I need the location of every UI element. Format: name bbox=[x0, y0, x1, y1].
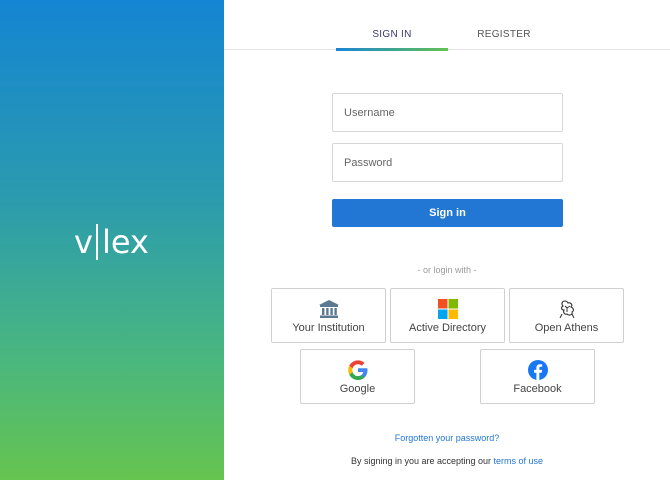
logo-divider bbox=[95, 224, 98, 260]
google-logo-icon bbox=[347, 360, 367, 380]
login-panel: SIGN IN REGISTER Sign in - or login with… bbox=[224, 0, 670, 480]
tab-sign-in[interactable]: SIGN IN bbox=[336, 29, 448, 51]
active-directory-button[interactable]: Active Directory bbox=[390, 288, 505, 343]
or-login-with-divider: - or login with - bbox=[417, 265, 477, 275]
forgot-password-link[interactable]: Forgotten your password? bbox=[224, 433, 670, 443]
google-button[interactable]: Google bbox=[300, 349, 415, 404]
open-athens-label: Open Athens bbox=[534, 322, 599, 334]
open-athens-button[interactable]: Open Athens bbox=[509, 288, 624, 343]
your-institution-label: Your Institution bbox=[292, 322, 365, 334]
facebook-label: Facebook bbox=[513, 383, 562, 395]
logo-text-lex: lex bbox=[101, 223, 149, 261]
institution-building-icon bbox=[318, 300, 339, 318]
google-label: Google bbox=[339, 383, 376, 395]
terms-prefix: By signing in you are accepting our bbox=[350, 456, 494, 466]
brand-panel: v lex bbox=[0, 0, 224, 480]
your-institution-button[interactable]: Your Institution bbox=[271, 288, 386, 343]
facebook-button[interactable]: Facebook bbox=[480, 349, 595, 404]
auth-tabs: SIGN IN REGISTER bbox=[224, 0, 670, 51]
active-directory-label: Active Directory bbox=[408, 322, 487, 334]
vlex-logo: v lex bbox=[74, 222, 149, 262]
facebook-logo-icon bbox=[527, 360, 548, 380]
password-input[interactable] bbox=[332, 143, 563, 182]
terms-of-use-link[interactable]: terms of use bbox=[494, 456, 544, 466]
tab-register[interactable]: REGISTER bbox=[448, 29, 560, 50]
sign-in-button[interactable]: Sign in bbox=[332, 199, 563, 227]
terms-notice: By signing in you are accepting our term… bbox=[224, 456, 670, 466]
logo-text-v: v bbox=[74, 223, 93, 261]
username-input[interactable] bbox=[332, 93, 563, 132]
microsoft-logo-icon bbox=[437, 299, 458, 319]
open-athens-logo-icon bbox=[559, 300, 574, 319]
